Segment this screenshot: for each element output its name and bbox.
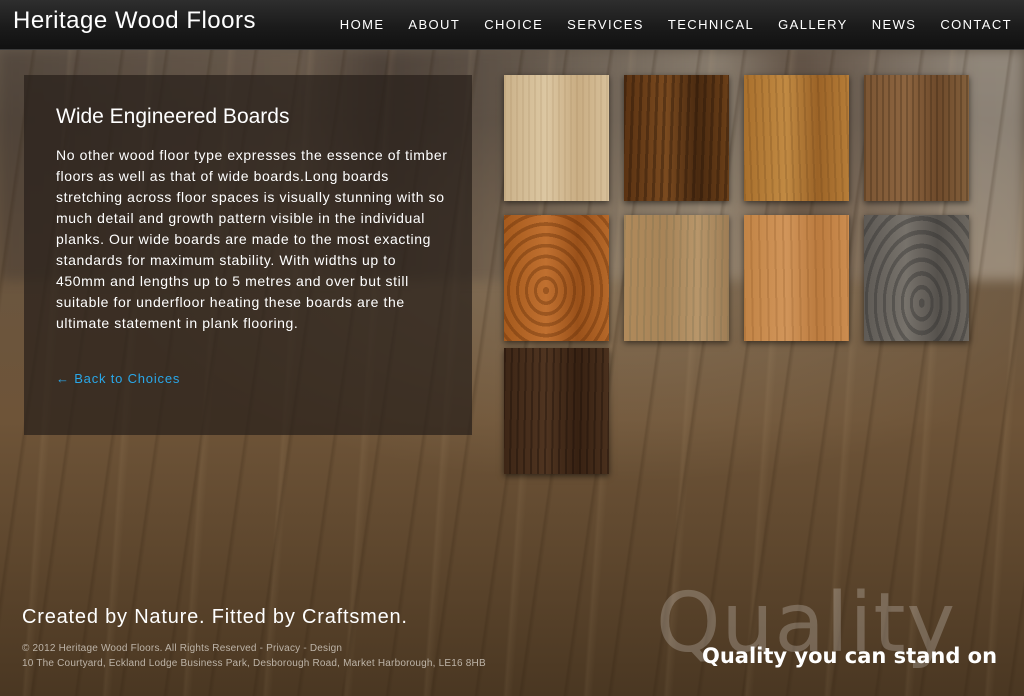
nav-gallery[interactable]: GALLERY	[778, 17, 848, 32]
quality-tagline: Quality you can stand on	[702, 644, 998, 668]
wood-swatch-4[interactable]	[864, 75, 969, 201]
page-title: Wide Engineered Boards	[56, 105, 290, 128]
back-to-choices-link[interactable]: ← Back to Choices	[56, 371, 180, 386]
footer-address: 10 The Courtyard, Eckland Lodge Business…	[22, 658, 486, 669]
site-logo[interactable]: Heritage Wood Floors	[13, 7, 256, 35]
footer-separator: -	[300, 643, 310, 654]
wood-swatch-5[interactable]	[504, 215, 609, 341]
header: Heritage Wood Floors HOME ABOUT CHOICE S…	[0, 0, 1024, 50]
nav-home[interactable]: HOME	[340, 17, 385, 32]
content-panel: Wide Engineered Boards No other wood flo…	[24, 75, 472, 435]
footer-slogan: Created by Nature. Fitted by Craftsmen.	[22, 606, 408, 628]
wood-swatch-3[interactable]	[744, 75, 849, 201]
wood-swatch-6[interactable]	[624, 215, 729, 341]
wood-swatch-8[interactable]	[864, 215, 969, 341]
wood-swatch-2[interactable]	[624, 75, 729, 201]
main-nav: HOME ABOUT CHOICE SERVICES TECHNICAL GAL…	[316, 17, 1012, 32]
nav-technical[interactable]: TECHNICAL	[668, 17, 754, 32]
nav-choice[interactable]: CHOICE	[484, 17, 543, 32]
nav-about[interactable]: ABOUT	[408, 17, 460, 32]
privacy-link[interactable]: Privacy	[266, 643, 300, 654]
page-description: No other wood floor type expresses the e…	[56, 147, 448, 331]
design-link[interactable]: Design	[310, 643, 342, 654]
wood-swatch-7[interactable]	[744, 215, 849, 341]
nav-services[interactable]: SERVICES	[567, 17, 644, 32]
copyright-text: © 2012 Heritage Wood Floors. All Rights …	[22, 643, 267, 654]
nav-news[interactable]: NEWS	[872, 17, 917, 32]
wood-swatch-1[interactable]	[504, 75, 609, 201]
wood-swatch-9[interactable]	[504, 348, 609, 474]
footer-copyright: © 2012 Heritage Wood Floors. All Rights …	[22, 643, 342, 654]
nav-contact[interactable]: CONTACT	[940, 17, 1012, 32]
